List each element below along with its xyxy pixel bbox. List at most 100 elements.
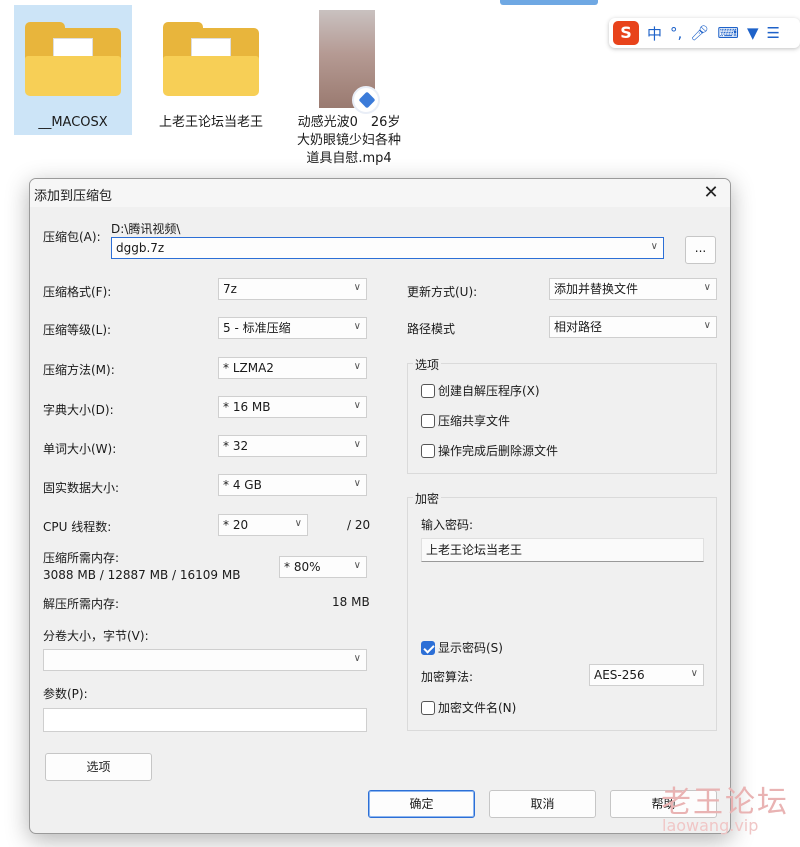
delete-checkbox[interactable] <box>421 443 435 458</box>
dict-select[interactable]: * 16 MB ∨ <box>218 396 367 418</box>
show-password-checkbox[interactable] <box>421 640 435 655</box>
desktop-item-folder-label[interactable]: 上老王论坛当老王 <box>156 114 266 132</box>
ime-toolbar[interactable]: S 中 °, 🎤︎ ⌨ ▼ ☰ <box>609 18 800 48</box>
archive-label: 压缩包(A): <box>43 230 101 244</box>
ime-lang-toggle[interactable]: 中 <box>647 23 662 44</box>
taskbar-highlight <box>500 0 598 5</box>
method-label: 压缩方法(M): <box>43 363 115 377</box>
ok-button[interactable]: 确定 <box>368 790 475 818</box>
solid-select[interactable]: * 4 GB ∨ <box>218 474 367 496</box>
dict-value: * 16 MB <box>223 400 271 414</box>
mem-select[interactable]: * 80% ∨ <box>279 556 367 578</box>
split-label: 分卷大小，字节(V): <box>43 629 149 643</box>
options-group-title: 选项 <box>413 356 442 373</box>
path-label: 路径模式 <box>407 322 456 336</box>
level-label: 压缩等级(L): <box>43 323 112 337</box>
options-button[interactable]: 选项 <box>45 753 152 781</box>
path-select[interactable]: 相对路径 ∨ <box>549 316 717 338</box>
desktop-item-macosx-label[interactable]: __MACOSX <box>14 114 132 132</box>
chevron-down-icon[interactable]: ∨ <box>354 357 361 377</box>
encrypt-names-option[interactable]: 加密文件名(N) <box>421 699 516 716</box>
sogou-logo-icon[interactable]: S <box>613 21 639 45</box>
folder-icon[interactable] <box>25 22 121 96</box>
word-value: * 32 <box>223 439 249 453</box>
method-select[interactable]: * LZMA2 ∨ <box>218 357 367 379</box>
chevron-down-icon[interactable]: ∨ <box>704 278 711 298</box>
update-value: 添加并替换文件 <box>554 282 639 296</box>
level-select[interactable]: 5 - 标准压缩 ∨ <box>218 317 367 339</box>
dialog-title: 添加到压缩包 <box>34 189 113 204</box>
watermark-title: 老王论坛 <box>661 785 789 820</box>
keyboard-icon[interactable]: ⌨ <box>717 24 739 42</box>
close-icon[interactable]: ✕ <box>696 180 726 206</box>
shared-checkbox[interactable] <box>421 413 435 428</box>
update-select[interactable]: 添加并替换文件 ∨ <box>549 278 717 300</box>
show-password-option[interactable]: 显示密码(S) <box>421 639 503 656</box>
more-icon[interactable]: ☰ <box>767 24 780 42</box>
show-password-label: 显示密码(S) <box>438 641 503 655</box>
encrypt-names-checkbox[interactable] <box>421 700 435 715</box>
sfx-checkbox[interactable] <box>421 383 435 398</box>
shared-option[interactable]: 压缩共享文件 <box>421 412 510 429</box>
chevron-down-icon[interactable]: ∨ <box>354 435 361 455</box>
chevron-down-icon[interactable]: ∨ <box>691 664 698 684</box>
enc-method-value: AES-256 <box>594 668 645 682</box>
delete-option[interactable]: 操作完成后删除源文件 <box>421 442 558 459</box>
folder-icon[interactable] <box>163 22 259 96</box>
solid-value: * 4 GB <box>223 478 262 492</box>
chevron-down-icon[interactable]: ∨ <box>354 278 361 298</box>
archive-name-input[interactable]: dggb.7z ∨ <box>111 237 664 259</box>
password-input[interactable]: 上老王论坛当老王 <box>421 538 704 562</box>
enc-method-label: 加密算法: <box>421 670 474 684</box>
chevron-down-icon[interactable]: ∨ <box>354 649 361 669</box>
chevron-down-icon[interactable]: ∨ <box>354 556 361 576</box>
format-label: 压缩格式(F): <box>43 285 112 299</box>
chevron-down-icon[interactable]: ∨ <box>354 396 361 416</box>
decomp-value: 18 MB <box>332 595 370 609</box>
sfx-label: 创建自解压程序(X) <box>438 384 540 398</box>
sfx-option[interactable]: 创建自解压程序(X) <box>421 382 540 399</box>
delete-label: 操作完成后删除源文件 <box>438 444 559 458</box>
update-label: 更新方式(U): <box>407 285 478 299</box>
password-label: 输入密码: <box>421 518 474 532</box>
solid-label: 固实数据大小: <box>43 481 120 495</box>
cancel-button[interactable]: 取消 <box>489 790 596 818</box>
browse-button[interactable]: ... <box>685 236 716 264</box>
video-player-icon <box>352 86 380 114</box>
skin-icon[interactable]: ▼ <box>747 24 759 42</box>
word-select[interactable]: * 32 ∨ <box>218 435 367 457</box>
ime-punct-toggle[interactable]: °, <box>670 24 682 42</box>
enc-method-select[interactable]: AES-256 ∨ <box>589 664 704 686</box>
threads-label: CPU 线程数: <box>43 520 112 534</box>
encryption-group-title: 加密 <box>413 490 442 507</box>
threads-total: / 20 <box>347 518 371 532</box>
word-label: 单词大小(W): <box>43 442 117 456</box>
mem-value: * 80% <box>284 560 321 574</box>
method-value: * LZMA2 <box>223 361 274 375</box>
archive-path: D:\腾讯视频\ <box>111 222 181 236</box>
split-select[interactable]: ∨ <box>43 649 367 671</box>
shared-label: 压缩共享文件 <box>438 414 511 428</box>
archive-name-value: dggb.7z <box>116 241 165 255</box>
mem-label: 压缩所需内存: <box>43 551 120 565</box>
chevron-down-icon[interactable]: ∨ <box>651 237 658 257</box>
format-value: 7z <box>223 282 237 296</box>
chevron-down-icon[interactable]: ∨ <box>354 317 361 337</box>
chevron-down-icon[interactable]: ∨ <box>295 514 302 534</box>
params-input[interactable] <box>43 708 367 732</box>
mem-detail: 3088 MB / 12887 MB / 16109 MB <box>43 568 241 582</box>
encrypt-names-label: 加密文件名(N) <box>438 701 517 715</box>
decomp-label: 解压所需内存: <box>43 597 120 611</box>
chevron-down-icon[interactable]: ∨ <box>354 474 361 494</box>
desktop-item-video-label[interactable]: 动感光波0 26岁大奶眼镜少妇各种道具自慰.mp4 <box>294 114 404 178</box>
dialog-titlebar[interactable]: 添加到压缩包 ✕ <box>30 179 730 207</box>
params-label: 参数(P): <box>43 687 88 701</box>
format-select[interactable]: 7z ∨ <box>218 278 367 300</box>
threads-value: * 20 <box>223 518 249 532</box>
microphone-icon[interactable]: 🎤︎ <box>690 24 709 42</box>
level-value: 5 - 标准压缩 <box>223 321 291 335</box>
chevron-down-icon[interactable]: ∨ <box>704 316 711 336</box>
watermark-url: laowang.vip <box>662 816 759 835</box>
threads-select[interactable]: * 20 ∨ <box>218 514 308 536</box>
path-value: 相对路径 <box>554 320 603 334</box>
